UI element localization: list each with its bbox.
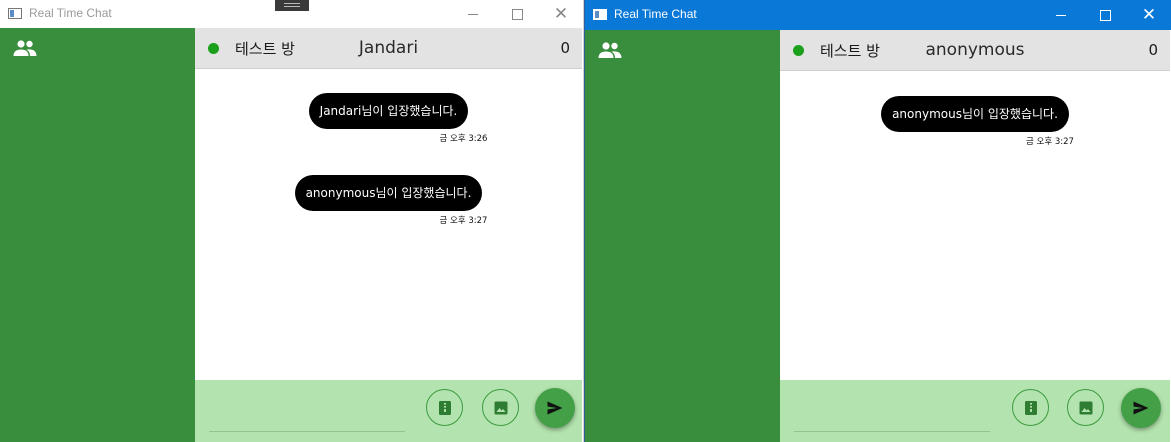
window-title: Real Time Chat (29, 6, 112, 20)
send-icon (1133, 401, 1149, 415)
minimize-button[interactable] (1039, 0, 1083, 30)
maximize-button[interactable] (1083, 0, 1127, 30)
current-user-name: Jandari (358, 38, 419, 58)
file-icon (1024, 400, 1037, 415)
message-bubble: Jandari님이 입장했습니다. (308, 93, 469, 129)
close-button[interactable]: ✕ (1127, 0, 1171, 30)
chat-window-jandari: Real Time Chat ✕ 테스트 방 Jandari 0 Jandari… (0, 0, 584, 442)
message-input[interactable] (794, 411, 990, 432)
message-timestamp: 금 오후 3:27 (1026, 137, 1074, 147)
people-icon[interactable] (13, 39, 37, 57)
window-controls: ✕ (1039, 0, 1171, 28)
window-controls: ✕ (451, 0, 583, 28)
system-message: anonymous님이 입장했습니다. 금 오후 3:27 (195, 175, 582, 226)
sidebar (0, 28, 195, 442)
current-user-name: anonymous (925, 40, 1025, 60)
title-bar[interactable]: Real Time Chat ✕ (0, 0, 583, 28)
message-input[interactable] (209, 411, 405, 432)
chat-main: 테스트 방 anonymous 0 anonymous님이 입장했습니다. 금 … (780, 30, 1170, 442)
send-icon (547, 401, 563, 415)
app-window-icon (593, 9, 607, 20)
maximize-button[interactable] (495, 0, 539, 28)
chat-header: 테스트 방 Jandari 0 (195, 28, 582, 69)
system-message: anonymous님이 입장했습니다. 금 오후 3:27 (780, 96, 1170, 147)
message-list[interactable]: Jandari님이 입장했습니다. 금 오후 3:26 anonymous님이 … (195, 69, 582, 380)
system-message: Jandari님이 입장했습니다. 금 오후 3:26 (195, 93, 582, 144)
attach-file-button[interactable] (426, 389, 463, 426)
window-title: Real Time Chat (614, 7, 697, 21)
message-list[interactable]: anonymous님이 입장했습니다. 금 오후 3:27 (780, 71, 1170, 380)
drag-handle-icon[interactable] (275, 0, 309, 11)
user-count: 0 (1148, 41, 1158, 59)
app-window-icon (8, 8, 22, 19)
attach-image-button[interactable] (482, 389, 519, 426)
title-bar[interactable]: Real Time Chat ✕ (585, 0, 1171, 30)
attach-image-button[interactable] (1067, 389, 1104, 426)
minimize-button[interactable] (451, 0, 495, 28)
chat-main: 테스트 방 Jandari 0 Jandari님이 입장했습니다. 금 오후 3… (195, 28, 582, 442)
attach-file-button[interactable] (1012, 389, 1049, 426)
message-timestamp: 금 오후 3:26 (439, 134, 488, 144)
message-composer (195, 380, 582, 442)
message-bubble: anonymous님이 입장했습니다. (881, 96, 1069, 132)
people-icon[interactable] (598, 41, 622, 59)
file-icon (438, 400, 451, 415)
sidebar (585, 30, 780, 442)
send-button[interactable] (1121, 388, 1161, 428)
chat-header: 테스트 방 anonymous 0 (780, 30, 1170, 71)
message-composer (780, 380, 1170, 442)
message-bubble: anonymous님이 입장했습니다. (294, 175, 483, 211)
close-button[interactable]: ✕ (539, 0, 583, 28)
chat-window-anonymous: Real Time Chat ✕ 테스트 방 anonymous 0 anony… (584, 0, 1171, 442)
image-icon (1079, 401, 1092, 414)
send-button[interactable] (535, 388, 575, 428)
image-icon (494, 401, 507, 414)
message-timestamp: 금 오후 3:27 (439, 216, 488, 226)
user-count: 0 (560, 39, 570, 57)
